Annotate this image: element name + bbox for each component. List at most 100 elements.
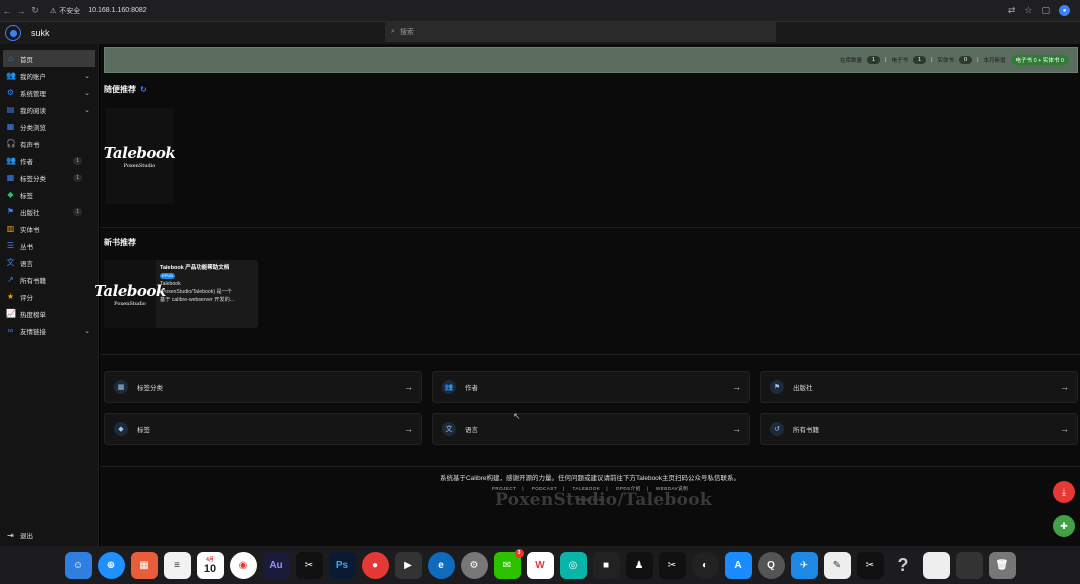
publisher-icon: ⚑ — [770, 380, 784, 394]
random-book-cover[interactable]: Talebook PoxenStudio — [104, 108, 176, 204]
translate-icon[interactable]: ⇄ — [1008, 5, 1016, 16]
forward-icon[interactable]: → — [14, 6, 28, 16]
trash-icon[interactable]: 🗑 — [988, 551, 1016, 579]
grid-icon: ▦ — [114, 380, 128, 394]
sidebar-item[interactable]: ★ 评分 — [0, 288, 98, 305]
address-bar[interactable]: 10.168.1.160:8082 — [88, 7, 146, 14]
stat-label: 实体书 — [937, 58, 955, 64]
sidebar-item[interactable]: ▦ 分类浏览 — [0, 118, 98, 135]
sidebar-item-label: 语言 — [20, 260, 33, 268]
bird-app-icon[interactable]: ✈ — [790, 551, 818, 579]
library-icon: ▥ — [6, 224, 15, 233]
app-store-icon[interactable]: A — [724, 551, 752, 579]
sidebar-item-label: 所有书籍 — [20, 277, 46, 285]
search-placeholder: 搜索 — [399, 29, 414, 36]
new-book-card[interactable]: Talebook PoxenStudio Talebook 产品功能帮助文档 E… — [94, 260, 258, 328]
audition-icon[interactable]: Au — [262, 551, 290, 579]
format-badge: EPUB — [160, 273, 175, 279]
sidebar-item[interactable]: ∞ 友情链接 ⌄ — [0, 322, 98, 339]
import-icon: ✚ — [1060, 520, 1068, 531]
refresh-icon[interactable]: ↻ — [140, 85, 147, 94]
divider — [100, 466, 1080, 467]
reload-icon[interactable]: ↻ — [28, 5, 42, 16]
window-thumbnail-icon[interactable] — [922, 551, 950, 579]
app-header: sukk ⌕ 搜索 — [0, 22, 1080, 44]
nav-card-label: 标签 — [137, 427, 150, 434]
reminders-icon[interactable]: ≡ — [163, 551, 191, 579]
help-icon[interactable]: ? — [890, 552, 917, 579]
divider: | — [885, 57, 887, 63]
sidebar-item[interactable]: 🎧 有声书 — [0, 135, 98, 152]
new-book-cover: Talebook PoxenStudio — [94, 260, 166, 328]
sidebar-item[interactable]: 👥 作者 1 — [0, 152, 98, 169]
finder-icon[interactable]: ☺ — [64, 551, 92, 579]
home-icon: ⌂ — [8, 54, 13, 63]
book-icon: ▤ — [6, 105, 15, 114]
qq-icon[interactable]: ♟ — [625, 551, 653, 579]
nav-card[interactable]: 👥 作者 → — [432, 371, 750, 403]
people-icon: 👥 — [6, 71, 16, 80]
sidebar-item[interactable]: ⌂ 首页 — [3, 50, 95, 67]
sidebar-item[interactable]: ▥ 实体书 — [0, 220, 98, 237]
sidebar-item-label: 分类浏览 — [20, 124, 46, 132]
final-cut-icon[interactable]: ▶ — [394, 551, 422, 579]
user-avatar-icon[interactable] — [5, 25, 21, 41]
edge-icon[interactable]: e — [427, 551, 455, 579]
nav-card[interactable]: ↺ 所有书籍 → — [760, 413, 1078, 445]
chevron-down-icon[interactable]: ⌄ — [84, 89, 90, 97]
quicktime-icon[interactable]: Q — [757, 551, 785, 579]
apple-app-icon[interactable]: ● — [361, 551, 389, 579]
import-button[interactable]: ✚ — [1053, 515, 1075, 537]
profile-icon[interactable]: ● — [1059, 5, 1070, 16]
sidebar-item[interactable]: ↗ 所有书籍 — [0, 271, 98, 288]
sidebar-item[interactable]: 📈 热度榜单 — [0, 305, 98, 322]
sidebar-item[interactable]: 文语言 — [0, 254, 98, 271]
textedit-icon[interactable]: ✎ — [823, 551, 851, 579]
wechat-icon[interactable]: ✉ 3 — [493, 548, 524, 579]
search-icon: ⌕ — [391, 28, 395, 35]
insecure-indicator[interactable]: ⚠ 不安全 — [50, 6, 80, 16]
capcut-icon[interactable]: ✂ — [658, 551, 686, 579]
camera-app-icon[interactable]: ◎ — [559, 551, 587, 579]
sidebar-item[interactable]: ◆ 标签 — [0, 186, 98, 203]
nav-card[interactable]: ◆ 标签 → — [104, 413, 422, 445]
sidebar-item[interactable]: ⚑ 出版社 1 — [0, 203, 98, 220]
chrome-icon[interactable]: ◉ — [229, 551, 257, 579]
nav-card[interactable]: ⚑ 出版社 → — [760, 371, 1078, 403]
bookmark-star-icon[interactable]: ☆ — [1024, 5, 1032, 16]
nav-card-label: 作者 — [465, 385, 478, 392]
capcut-icon[interactable]: ✂ — [295, 551, 323, 579]
photoshop-icon[interactable]: Ps — [328, 551, 356, 579]
wps-icon[interactable]: W — [526, 551, 554, 579]
chevron-down-icon[interactable]: ⌄ — [84, 327, 90, 335]
safari-icon[interactable]: ⊕ — [97, 551, 125, 579]
obs-icon[interactable]: ◐ — [691, 551, 719, 579]
settings-icon[interactable]: ⚙ — [460, 551, 488, 579]
sidebar-item[interactable]: 👥 我的账户 ⌄ — [0, 67, 98, 84]
capcut-icon[interactable]: ✂ — [856, 551, 884, 579]
stat-physical: 0 — [959, 56, 973, 64]
recorder-icon[interactable]: ■ — [592, 551, 620, 579]
chevron-down-icon[interactable]: ⌄ — [84, 106, 90, 114]
back-icon[interactable]: ← — [0, 6, 14, 16]
sidebar-item[interactable]: ☰ 丛书 — [0, 237, 98, 254]
upload-button[interactable]: ⤓ — [1053, 481, 1075, 503]
stat-month-new: 电子书 0 + 实体书 0 — [1010, 55, 1069, 65]
new-book-desc: Talebook — [160, 281, 181, 287]
extensions-icon[interactable]: ▢ — [1041, 5, 1050, 16]
logout-button[interactable]: ⇥ 退出 — [6, 530, 33, 541]
window-thumbnail-icon[interactable] — [955, 551, 983, 579]
nav-card[interactable]: ▦ 标签分类 → — [104, 371, 422, 403]
arrow-right-icon: → — [404, 424, 413, 434]
chevron-down-icon[interactable]: ⌄ — [84, 72, 90, 80]
sidebar-item-label: 我的阅读 — [20, 107, 46, 115]
sidebar-item[interactable]: ▦ 标签分类 1 — [0, 169, 98, 186]
launchpad-icon[interactable]: ▦ — [130, 551, 158, 579]
sidebar-item[interactable]: ▤ 我的阅读 ⌄ — [0, 101, 98, 118]
nav-card[interactable]: 文 语言 → — [432, 413, 750, 445]
search-input[interactable]: ⌕ 搜索 — [385, 22, 776, 42]
sidebar-item[interactable]: ⚙ 系统管理 ⌄ — [0, 84, 98, 101]
gear-icon: ⚙ — [6, 88, 15, 97]
arrow-right-icon: → — [1060, 424, 1069, 434]
calendar-icon[interactable]: 4月 10 — [196, 551, 224, 579]
